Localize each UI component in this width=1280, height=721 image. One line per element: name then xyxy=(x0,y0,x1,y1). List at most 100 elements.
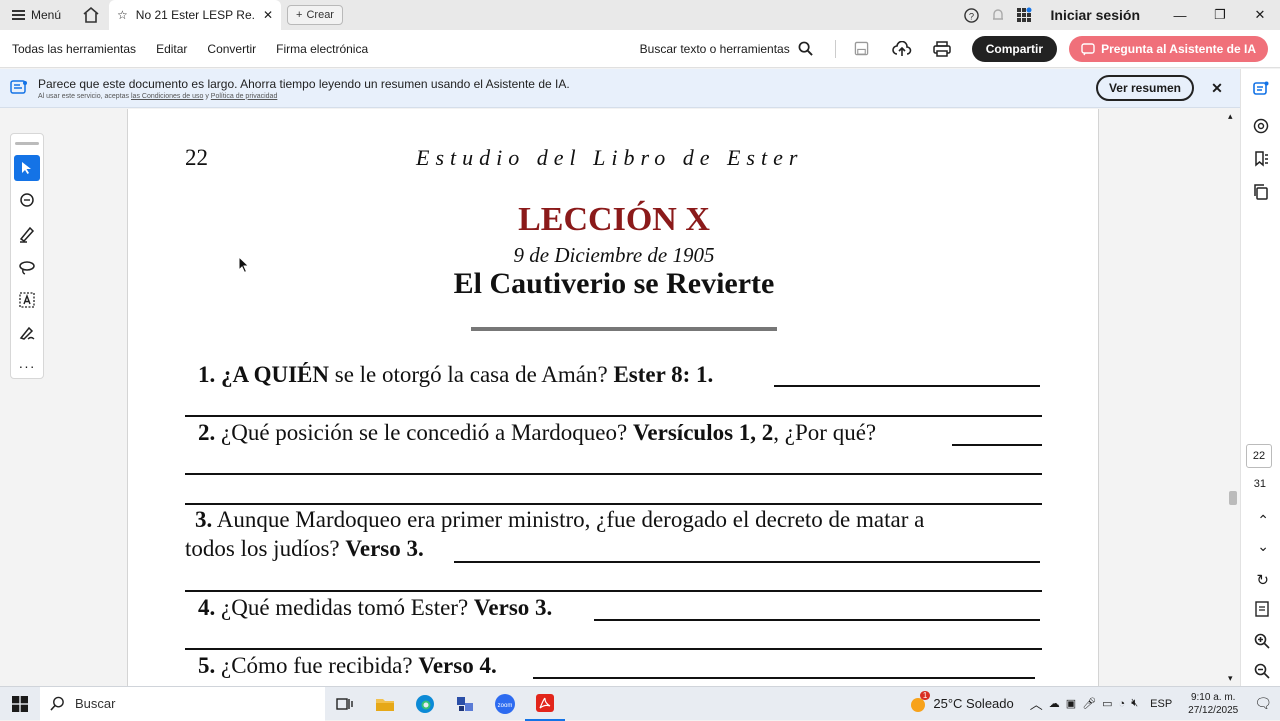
lesson-date: 9 de Diciembre de 1905 xyxy=(513,243,715,267)
apps-grid-icon[interactable] xyxy=(1011,0,1037,30)
answer-line xyxy=(952,444,1042,446)
answer-line xyxy=(185,503,1042,505)
menu-button[interactable]: Menú xyxy=(0,0,73,30)
upload-cloud-icon[interactable] xyxy=(884,34,920,64)
close-tab-icon[interactable]: ✕ xyxy=(263,8,273,22)
q1-reference: Ester 8: 1. xyxy=(613,362,714,387)
draw-tool[interactable] xyxy=(11,250,43,283)
privacy-link[interactable]: Política de privacidad xyxy=(211,93,278,100)
q3-text-2: todos los judíos? xyxy=(185,536,346,561)
tool-convert[interactable]: Convertir xyxy=(197,42,266,56)
answer-line xyxy=(185,473,1042,475)
close-window-button[interactable]: ✕ xyxy=(1240,0,1280,30)
tool-e-signature[interactable]: Firma electrónica xyxy=(266,42,378,56)
clock[interactable]: 9:10 a. m. 27/12/2025 xyxy=(1188,691,1238,717)
task-view-icon[interactable] xyxy=(325,687,365,721)
tool-all-tools[interactable]: Todas las herramientas xyxy=(0,42,146,56)
question-5: 5. ¿Cómo fue recibida? Verso 4. xyxy=(198,653,497,679)
ai-panel-icon[interactable] xyxy=(1241,69,1280,109)
save-icon[interactable] xyxy=(844,34,880,64)
create-label: Crear xyxy=(306,9,334,21)
battery-icon[interactable]: ▭ xyxy=(1102,697,1112,710)
title-rule xyxy=(471,327,777,331)
comment-icon[interactable] xyxy=(1241,109,1280,142)
taskbar-search-box[interactable]: Buscar xyxy=(40,686,325,721)
q1-number: 1. xyxy=(198,362,216,387)
chevron-up-icon[interactable]: ︿ xyxy=(1030,694,1043,713)
notification-icon[interactable]: 🗨︎ xyxy=(1254,695,1272,712)
file-explorer-icon[interactable] xyxy=(365,687,405,721)
network-app-icon[interactable] xyxy=(445,687,485,721)
rotate-icon[interactable]: ↻ xyxy=(1256,571,1269,589)
scroll-up-icon[interactable]: ▴ xyxy=(1228,111,1233,122)
zoom-in-icon[interactable] xyxy=(1254,633,1270,654)
ai-assistant-icon xyxy=(1081,42,1095,55)
create-button[interactable]: + Crear xyxy=(287,5,343,25)
camera-icon[interactable]: ▣ xyxy=(1066,697,1076,710)
q5-number: 5. xyxy=(198,653,216,678)
microphone-icon[interactable]: 🎤︎ xyxy=(1082,697,1096,710)
answer-line xyxy=(774,385,1040,387)
close-banner-icon[interactable]: ✕ xyxy=(1194,80,1240,97)
drag-grip[interactable] xyxy=(15,142,39,145)
clock-date: 27/12/2025 xyxy=(1188,704,1239,716)
more-tools-icon[interactable]: ··· xyxy=(11,349,43,382)
share-button[interactable]: Compartir xyxy=(971,35,1058,62)
acrobat-app-icon[interactable] xyxy=(525,687,565,721)
terms-link[interactable]: las Condiciones de uso xyxy=(131,93,203,100)
search-tools[interactable]: Buscar texto o herramientas xyxy=(640,41,827,56)
next-page-icon[interactable]: ⌄ xyxy=(1257,538,1269,555)
ai-assistant-button[interactable]: Pregunta al Asistente de IA xyxy=(1069,35,1268,62)
sign-tool[interactable] xyxy=(11,316,43,349)
banner-legal-and: y xyxy=(205,92,209,100)
copy-pages-icon[interactable] xyxy=(1241,175,1280,208)
text-box-tool[interactable] xyxy=(11,283,43,316)
svg-text:zoom: zoom xyxy=(498,703,513,709)
answer-line xyxy=(594,619,1040,621)
q1-keyword: ¿A QUIÉN xyxy=(221,362,329,387)
answer-line xyxy=(533,677,1035,679)
current-page-input[interactable]: 22 xyxy=(1246,444,1272,468)
print-icon[interactable] xyxy=(924,34,960,64)
minimize-button[interactable]: — xyxy=(1160,0,1200,30)
toolbar-divider xyxy=(834,39,836,58)
volume-muted-icon[interactable]: 🔇︎ xyxy=(1131,697,1138,710)
q3-text-1: Aunque Mardoqueo era primer ministro, ¿f… xyxy=(212,507,925,532)
weather-widget[interactable]: 1 25°C Soleado xyxy=(909,690,1014,713)
system-tray: 1 25°C Soleado ︿ ☁ ▣ 🎤︎ ▭ ◔ 🔇︎ ESP 9:10 … xyxy=(909,690,1280,717)
comment-bubble-icon xyxy=(20,192,34,207)
bookmark-icon[interactable] xyxy=(1241,142,1280,175)
previous-page-icon[interactable]: ⌃ xyxy=(1257,512,1269,529)
tool-edit[interactable]: Editar xyxy=(146,42,197,56)
zoom-app-icon[interactable]: zoom xyxy=(485,687,525,721)
bell-icon[interactable] xyxy=(985,0,1011,30)
language-indicator[interactable]: ESP xyxy=(1150,698,1172,710)
cloud-sync-icon[interactable]: ☁ xyxy=(1049,697,1060,710)
q4-reference: Verso 3. xyxy=(473,595,553,620)
view-summary-button[interactable]: Ver resumen xyxy=(1095,75,1194,101)
highlight-tool[interactable] xyxy=(11,217,43,250)
help-icon[interactable]: ? xyxy=(959,0,985,30)
comment-tool[interactable] xyxy=(11,184,43,217)
page-fit-icon[interactable] xyxy=(1255,601,1269,622)
q3-reference: Verso 3. xyxy=(345,536,424,561)
signin-button[interactable]: Iniciar sesión xyxy=(1037,7,1160,23)
answer-line xyxy=(185,590,1042,592)
restore-button[interactable]: ❐ xyxy=(1200,0,1240,30)
star-icon[interactable]: ☆ xyxy=(117,8,128,22)
windows-start-icon[interactable] xyxy=(0,687,40,721)
scroll-down-icon[interactable]: ▾ xyxy=(1228,673,1233,684)
select-tool[interactable] xyxy=(11,151,43,184)
edge-browser-icon[interactable] xyxy=(405,687,445,721)
document-tab[interactable]: ☆ No 21 Ester LESP Re... ✕ xyxy=(109,0,282,30)
q5-text: ¿Cómo fue recibida? xyxy=(215,653,419,678)
document-viewport[interactable]: 22 Estudio del Libro de Ester LECCIÓN X … xyxy=(0,109,1240,686)
wifi-icon[interactable]: ◔ xyxy=(1119,698,1126,710)
zoom-out-icon[interactable] xyxy=(1254,663,1270,684)
scroll-thumb[interactable] xyxy=(1229,491,1237,505)
banner-message: Parece que este documento es largo. Ahor… xyxy=(38,76,570,91)
ai-assistant-label: Pregunta al Asistente de IA xyxy=(1101,41,1256,56)
vertical-scrollbar[interactable]: ▴ ▾ xyxy=(1226,109,1240,686)
home-icon[interactable] xyxy=(73,0,109,30)
main-toolbar: Todas las herramientas Editar Convertir … xyxy=(0,30,1280,68)
